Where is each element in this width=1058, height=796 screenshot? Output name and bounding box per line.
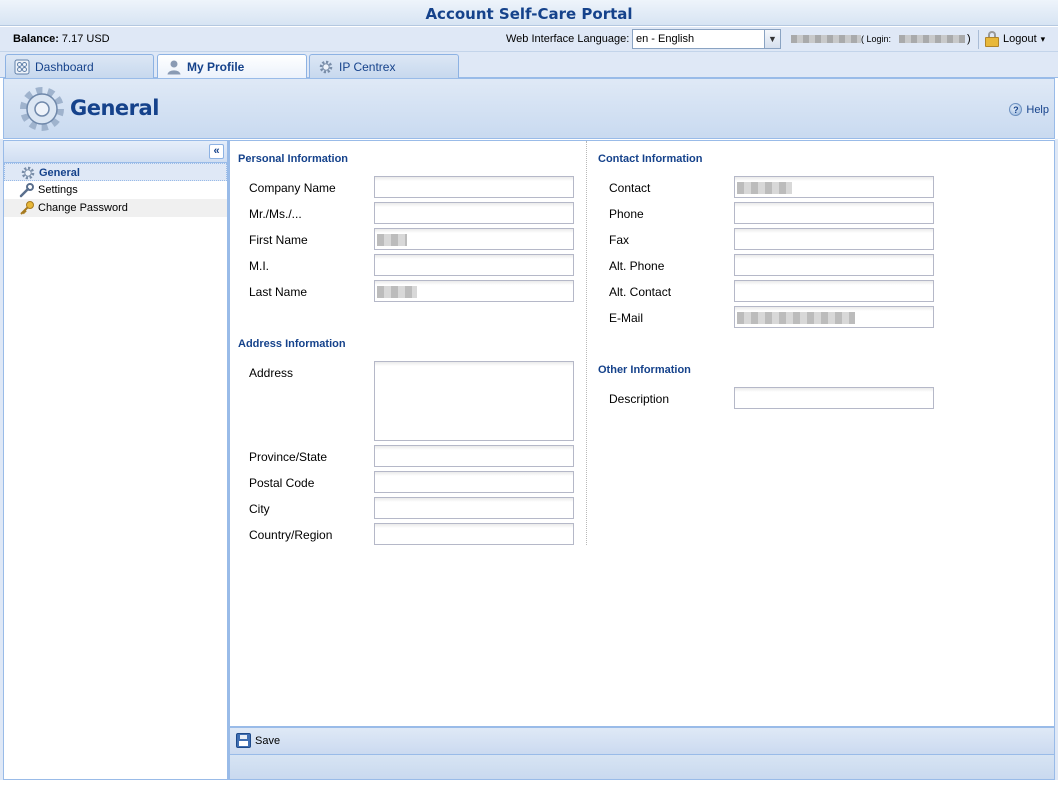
status-band — [228, 755, 1055, 780]
balance-value: 7.17 USD — [61, 33, 110, 45]
page-header: General ? Help — [3, 78, 1055, 139]
sidebar-item-label: Settings — [38, 184, 78, 196]
company-name-field[interactable] — [374, 176, 574, 198]
personal-info-title: Personal Information — [238, 153, 349, 165]
wrench-icon — [19, 183, 34, 198]
first-name-field[interactable] — [374, 228, 574, 250]
language-select[interactable]: en - English ▼ — [632, 29, 781, 49]
help-label: Help — [1026, 103, 1049, 116]
language-label: Web Interface Language: — [506, 33, 630, 45]
profile-form: Personal Information Company Name Mr./Ms… — [228, 140, 1055, 727]
sidebar-item-general[interactable]: General — [4, 163, 227, 181]
postal-code-label: Postal Code — [249, 476, 315, 490]
last-name-label: Last Name — [249, 285, 308, 299]
chevron-down-icon[interactable]: ▼ — [764, 30, 780, 48]
caret-down-icon: ▾ — [1040, 33, 1046, 44]
logout-button[interactable]: Logout ▾ — [985, 31, 1045, 47]
save-button[interactable]: Save — [236, 733, 280, 748]
collapse-sidebar-icon[interactable]: « — [209, 144, 224, 159]
language-value: en - English — [636, 33, 695, 45]
salutation-field[interactable] — [374, 202, 574, 224]
sidebar-item-settings[interactable]: Settings — [4, 181, 227, 199]
fax-label: Fax — [609, 233, 630, 247]
login-suffix: ) — [967, 33, 971, 45]
city-label: City — [249, 502, 270, 516]
province-label: Province/State — [249, 450, 328, 464]
form-toolbar: Save — [228, 727, 1055, 755]
help-icon: ? — [1009, 103, 1023, 116]
other-info-title: Other Information — [598, 364, 691, 376]
description-label: Description — [609, 392, 670, 406]
description-field[interactable] — [734, 387, 934, 409]
tab-label: IP Centrex — [339, 60, 396, 74]
gear-icon — [21, 166, 35, 180]
page-title: General — [70, 96, 159, 120]
account-toolbar: Balance: 7.17 USD Web Interface Language… — [0, 27, 1058, 52]
lock-icon — [985, 31, 999, 47]
sidebar: « General Settings Change Password — [3, 140, 228, 780]
account-name-redacted — [791, 35, 861, 43]
tab-my-profile[interactable]: My Profile — [157, 54, 307, 79]
redacted-value — [377, 234, 407, 246]
dashboard-icon — [14, 59, 30, 75]
last-name-field[interactable] — [374, 280, 574, 302]
logout-label: Logout — [1003, 33, 1037, 45]
contact-info-title: Contact Information — [598, 153, 703, 165]
balance-label: Balance: — [13, 33, 59, 45]
alt-contact-field[interactable] — [734, 280, 934, 302]
column-divider — [586, 141, 587, 545]
province-field[interactable] — [374, 445, 574, 467]
gear-icon — [319, 60, 333, 74]
company-name-label: Company Name — [249, 181, 336, 195]
portal-title: Account Self-Care Portal — [425, 5, 633, 23]
help-button[interactable]: ? Help — [1009, 103, 1049, 116]
tab-dashboard[interactable]: Dashboard — [5, 54, 154, 78]
sidebar-item-change-password[interactable]: Change Password — [4, 199, 227, 217]
contact-label: Contact — [609, 181, 651, 195]
key-icon — [20, 201, 34, 215]
sidebar-header: « — [4, 141, 227, 163]
first-name-label: First Name — [249, 233, 308, 247]
alt-contact-label: Alt. Contact — [609, 285, 672, 299]
floppy-disk-icon — [236, 733, 251, 748]
redacted-value — [737, 312, 855, 324]
toolbar-separator — [978, 30, 979, 49]
login-info: ( Login: — [861, 33, 891, 45]
login-id-redacted — [899, 35, 965, 43]
tab-ip-centrex[interactable]: IP Centrex — [309, 54, 459, 78]
main-tab-strip: Dashboard My Profile IP Centrex — [0, 52, 1058, 79]
mi-field[interactable] — [374, 254, 574, 276]
address-info-title: Address Information — [238, 338, 346, 350]
sidebar-item-label: General — [39, 167, 80, 179]
portal-title-bar: Account Self-Care Portal — [0, 0, 1058, 26]
country-label: Country/Region — [249, 528, 333, 542]
phone-field[interactable] — [734, 202, 934, 224]
alt-phone-field[interactable] — [734, 254, 934, 276]
phone-label: Phone — [609, 207, 644, 221]
save-label: Save — [255, 734, 281, 747]
email-field[interactable] — [734, 306, 934, 328]
balance-display: Balance: 7.17 USD — [13, 33, 110, 45]
redacted-value — [737, 182, 792, 194]
user-icon — [167, 60, 181, 75]
postal-code-field[interactable] — [374, 471, 574, 493]
login-prefix: ( Login: — [861, 34, 892, 44]
contact-field[interactable] — [734, 176, 934, 198]
country-field[interactable] — [374, 523, 574, 545]
address-textarea[interactable] — [374, 361, 574, 441]
fax-field[interactable] — [734, 228, 934, 250]
alt-phone-label: Alt. Phone — [609, 259, 665, 273]
sidebar-item-label: Change Password — [38, 202, 128, 214]
tab-label: My Profile — [187, 60, 245, 74]
email-label: E-Mail — [609, 311, 644, 325]
city-field[interactable] — [374, 497, 574, 519]
redacted-value — [377, 286, 417, 298]
mi-label: M.I. — [249, 259, 269, 273]
address-label: Address — [249, 366, 294, 380]
tab-label: Dashboard — [35, 60, 94, 74]
salutation-label: Mr./Ms./... — [249, 207, 302, 221]
gear-icon — [20, 87, 64, 131]
